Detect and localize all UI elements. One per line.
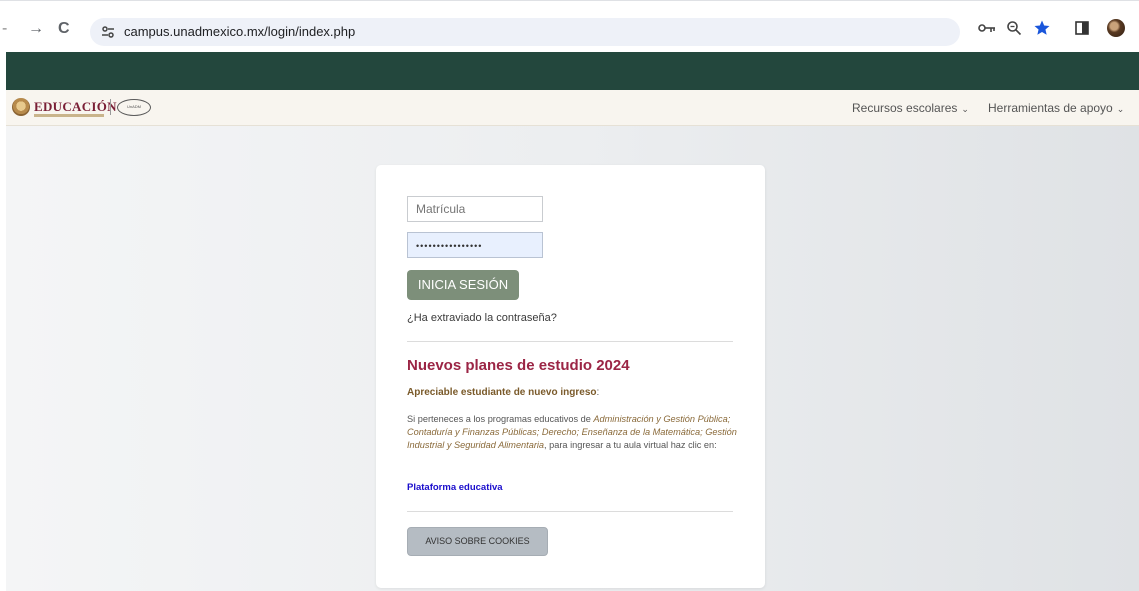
menu-label: Recursos escolares [852, 101, 958, 115]
logo-divider [110, 99, 111, 115]
profile-avatar[interactable] [1107, 19, 1125, 37]
browser-toolbar: - → C campus.unadmexico.mx/login/index.p… [0, 0, 1139, 52]
back-button[interactable]: - [2, 21, 7, 37]
greeting-text: Apreciable estudiante de nuevo ingreso [407, 387, 597, 398]
forward-button[interactable]: → [28, 21, 44, 37]
body-intro: Si perteneces a los programas educativos… [407, 414, 594, 424]
news-body: Si perteneces a los programas educativos… [407, 413, 737, 452]
login-button[interactable]: INICIA SESIÓN [407, 270, 519, 300]
divider [407, 511, 733, 512]
bookmark-star-icon[interactable] [1033, 19, 1051, 37]
username-input[interactable] [407, 196, 543, 222]
site-navbar: EDUCACIÓN UnADM Recursos escolares ⌄ Herr… [6, 90, 1139, 126]
site-top-band [6, 52, 1139, 90]
address-bar[interactable]: campus.unadmexico.mx/login/index.php [90, 18, 960, 46]
government-seal-icon [12, 98, 30, 116]
url-text: campus.unadmexico.mx/login/index.php [124, 24, 356, 39]
menu-label: Herramientas de apoyo [988, 101, 1113, 115]
reload-button[interactable]: C [58, 21, 70, 37]
news-greeting: Apreciable estudiante de nuevo ingreso: [407, 387, 599, 398]
password-input[interactable]: •••••••••••••••• [407, 232, 543, 258]
zoom-icon[interactable] [1006, 20, 1022, 36]
educacion-logo[interactable]: EDUCACIÓN [34, 99, 117, 115]
chevron-down-icon: ⌄ [1116, 104, 1125, 114]
menu-recursos-escolares[interactable]: Recursos escolares ⌄ [852, 101, 969, 115]
logo-subtitle-bar [34, 114, 104, 117]
forgot-password-link[interactable]: ¿Ha extraviado la contraseña? [407, 312, 557, 324]
unadm-logo[interactable]: UnADM [117, 99, 151, 116]
key-icon[interactable] [978, 22, 996, 34]
menu-herramientas-de-apoyo[interactable]: Herramientas de apoyo ⌄ [988, 101, 1124, 115]
chevron-down-icon: ⌄ [961, 104, 969, 114]
site-info-icon[interactable] [100, 24, 116, 40]
cookies-notice-button[interactable]: AVISO SOBRE COOKIES [407, 527, 548, 556]
body-outro: , para ingresar a tu aula virtual haz cl… [544, 440, 717, 450]
greeting-colon: : [596, 387, 600, 398]
login-card: •••••••••••••••• INICIA SESIÓN ¿Ha extra… [376, 165, 765, 588]
divider [407, 341, 733, 342]
side-panel-icon[interactable] [1075, 21, 1089, 35]
platform-link[interactable]: Plataforma educativa [407, 482, 503, 493]
news-title: Nuevos planes de estudio 2024 [407, 357, 630, 374]
